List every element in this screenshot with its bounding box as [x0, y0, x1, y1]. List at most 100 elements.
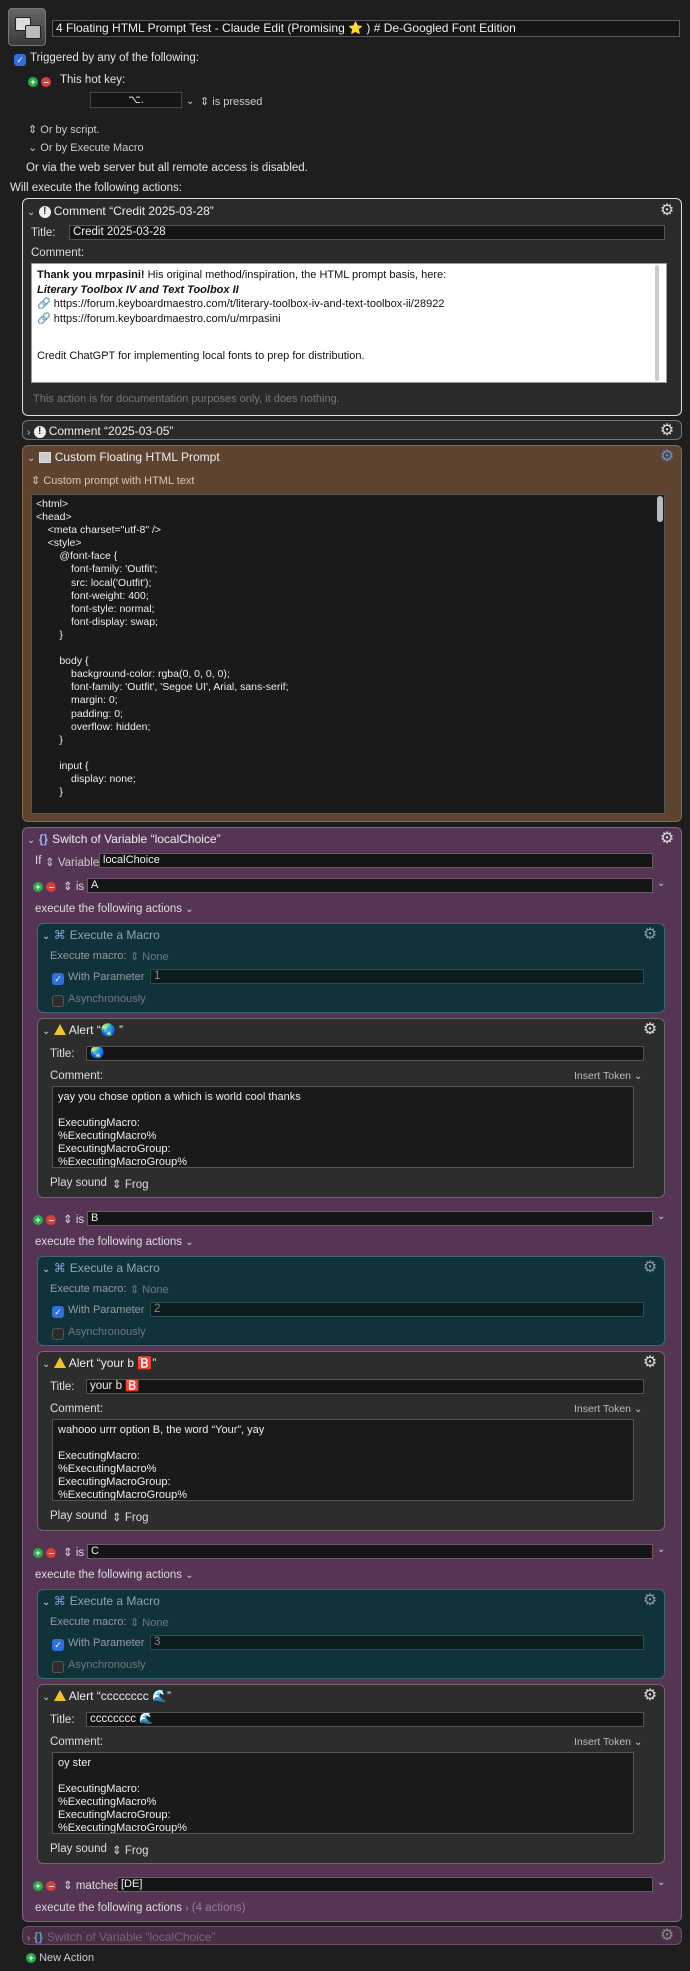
plus-icon[interactable]: + [33, 1547, 43, 1558]
execute-macro-action-a[interactable]: ⌄ ⌘ Execute a Macro ⚙ Execute macro: ⇕ No… [37, 923, 665, 1013]
exec-a-macro-popup[interactable]: ⇕ None [130, 950, 169, 963]
gear-icon[interactable]: ⚙ [642, 927, 658, 943]
case-c-controls[interactable]: + – [33, 1545, 57, 1559]
with-parameter-checkbox[interactable]: ✓ [52, 971, 64, 985]
sound-popup[interactable]: ⇕ Frog [112, 1510, 149, 1524]
alert-action-a[interactable]: ⌄ Alert “🌏 ” ⚙ Title: 🌏 Comment: Insert … [37, 1018, 665, 1198]
alert-action-b[interactable]: ⌄ Alert “your b 🅱️” ⚙ Title: your b 🅱️ C… [37, 1351, 665, 1531]
alert-a-comment-area[interactable]: yay you chose option a which is world co… [52, 1086, 634, 1168]
chevron-down-icon[interactable]: ⌄ [42, 1359, 50, 1370]
chevron-down-icon[interactable]: ⌄ [42, 1264, 50, 1275]
gear-icon[interactable]: ⚙ [659, 203, 675, 219]
sound-popup[interactable]: ⇕ Frog [112, 1177, 149, 1191]
sound-popup[interactable]: ⇕ Frog [112, 1843, 149, 1857]
case-c-execute-label[interactable]: execute the following actions ⌄ [35, 1569, 194, 1581]
chevron-down-icon[interactable]: ⌄ [27, 835, 35, 846]
gear-icon[interactable]: ⚙ [659, 423, 675, 439]
chevron-down-icon[interactable]: ⌄ [27, 453, 35, 464]
user-link[interactable]: https://forum.keyboardmaestro.com/u/mrpa… [54, 313, 281, 325]
case-c-value-field[interactable]: C [87, 1544, 653, 1559]
exec-c-header[interactable]: ⌄ ⌘ Execute a Macro [42, 1594, 160, 1608]
comment-text-area[interactable]: Thank you mrpasini! His original method/… [31, 263, 667, 383]
prompt-mode-popup[interactable]: ⇕ Custom prompt with HTML text [31, 474, 194, 487]
plus-icon[interactable]: + [33, 881, 43, 892]
alert-c-comment-area[interactable]: oy ster ExecutingMacro: %ExecutingMacro%… [52, 1752, 634, 1834]
link-row-1[interactable]: 🔗 https://forum.keyboardmaestro.com/t/li… [37, 297, 661, 312]
execute-macro-action-c[interactable]: ⌄ ⌘ Execute a Macro ⚙ Execute macro: ⇕ No… [37, 1589, 665, 1679]
chevron-down-icon[interactable]: ⌄ [657, 1877, 665, 1888]
case-c-op-popup[interactable]: ⇕ is [63, 1545, 84, 1559]
chevron-down-icon[interactable]: ⌄ [42, 1692, 50, 1703]
chevron-right-icon[interactable]: › [185, 1903, 188, 1914]
triggered-checkbox[interactable]: ✓ [14, 52, 26, 66]
gear-icon[interactable]: ⚙ [659, 1928, 675, 1944]
plus-icon[interactable]: + [33, 1214, 43, 1225]
insert-token-button[interactable]: Insert Token ⌄ [574, 1070, 642, 1082]
gear-icon[interactable]: ⚙ [642, 1355, 658, 1371]
gear-icon[interactable]: ⚙ [659, 449, 675, 465]
switch-action-collapsed[interactable]: › {} Switch of Variable “localChoice” ⚙ [22, 1926, 682, 1945]
link-row-2[interactable]: 🔗 https://forum.keyboardmaestro.com/u/mr… [37, 312, 661, 327]
switch-action[interactable]: ⌄ {} Switch of Variable “localChoice” ⚙ I… [22, 827, 682, 1922]
or-by-script[interactable]: ⇕ Or by script. [28, 123, 100, 136]
insert-token-button[interactable]: Insert Token ⌄ [574, 1403, 642, 1415]
switch2-header[interactable]: › {} Switch of Variable “localChoice” [27, 1930, 216, 1944]
gear-icon[interactable]: ⚙ [642, 1593, 658, 1609]
html-code-editor[interactable]: <html> <head> <meta charset="utf-8" /> <… [31, 494, 665, 814]
comment-action-credit[interactable]: ⌄ ! Comment “Credit 2025-03-28” ⚙ Title: … [22, 198, 682, 416]
scrollbar[interactable] [655, 265, 659, 381]
chevron-down-icon[interactable]: ⌄ [186, 96, 194, 107]
macro-title-field[interactable]: 4 Floating HTML Prompt Test - Claude Edi… [52, 20, 680, 37]
chevron-right-icon[interactable]: › [27, 1933, 30, 1944]
with-parameter-checkbox[interactable]: ✓ [52, 1304, 64, 1318]
minus-icon[interactable]: – [41, 76, 52, 87]
exec-a-header[interactable]: ⌄ ⌘ Execute a Macro [42, 928, 160, 942]
new-action-button[interactable]: + New Action [26, 1952, 94, 1964]
switch-header[interactable]: ⌄ {} Switch of Variable “localChoice” [27, 832, 221, 846]
alert-c-header[interactable]: ⌄ Alert “cccccccc 🌊” [42, 1689, 171, 1703]
chevron-right-icon[interactable]: › [27, 427, 30, 438]
plus-icon[interactable]: + [33, 1880, 43, 1891]
macro-icon[interactable] [8, 8, 46, 46]
parameter-field[interactable]: 3 [150, 1635, 644, 1650]
chevron-down-icon[interactable]: ⌄ [42, 1597, 50, 1608]
async-checkbox[interactable]: ✓ [52, 1659, 64, 1673]
hotkey-field[interactable]: ⌥. [90, 92, 182, 108]
case-de-op-popup[interactable]: ⇕ matches [63, 1878, 119, 1892]
chevron-down-icon[interactable]: ⌄ [185, 1570, 193, 1581]
alert-b-comment-area[interactable]: wahooo urrr option B, the word “Your”, y… [52, 1419, 634, 1501]
alert-action-c[interactable]: ⌄ Alert “cccccccc 🌊” ⚙ Title: cccccccc 🌊… [37, 1684, 665, 1864]
variable-popup[interactable]: ⇕ Variable [45, 855, 99, 869]
or-by-execute-macro[interactable]: ⌄ Or by Execute Macro [28, 141, 144, 154]
comment2-header[interactable]: › ! Comment “2025-03-05” [27, 424, 173, 438]
exec-b-header[interactable]: ⌄ ⌘ Execute a Macro [42, 1261, 160, 1275]
exec-c-macro-popup[interactable]: ⇕ None [130, 1616, 169, 1629]
insert-token-button[interactable]: Insert Token ⌄ [574, 1736, 642, 1748]
comment-action-2025-03-05[interactable]: › ! Comment “2025-03-05” ⚙ [22, 420, 682, 440]
comment-header[interactable]: ⌄ ! Comment “Credit 2025-03-28” [27, 204, 214, 218]
trigger-add-remove[interactable]: + – [28, 74, 52, 88]
case-a-execute-label[interactable]: execute the following actions ⌄ [35, 903, 194, 915]
async-checkbox[interactable]: ✓ [52, 1326, 64, 1340]
alert-c-title-field[interactable]: cccccccc 🌊 [86, 1712, 644, 1727]
parameter-field[interactable]: 1 [150, 969, 644, 984]
case-a-controls[interactable]: + – [33, 879, 57, 893]
chevron-down-icon[interactable]: ⌄ [657, 1211, 665, 1222]
async-checkbox[interactable]: ✓ [52, 993, 64, 1007]
chevron-down-icon[interactable]: ⌄ [185, 904, 193, 915]
chevron-down-icon[interactable]: ⌄ [27, 207, 35, 218]
minus-icon[interactable]: – [46, 1547, 57, 1558]
case-de-value-field[interactable]: [DE] [117, 1877, 653, 1892]
scrollbar-thumb[interactable] [657, 496, 663, 522]
case-a-value-field[interactable]: A [87, 878, 653, 893]
alert-a-title-field[interactable]: 🌏 [86, 1046, 644, 1061]
execute-macro-action-b[interactable]: ⌄ ⌘ Execute a Macro ⚙ Execute macro: ⇕ No… [37, 1256, 665, 1346]
minus-icon[interactable]: – [46, 1214, 57, 1225]
chevron-down-icon[interactable]: ⌄ [42, 1026, 50, 1037]
parameter-field[interactable]: 2 [150, 1302, 644, 1317]
chevron-down-icon[interactable]: ⌄ [42, 931, 50, 942]
chevron-down-icon[interactable]: ⌄ [657, 1544, 665, 1555]
case-de-controls[interactable]: + – [33, 1878, 57, 1892]
gear-icon[interactable]: ⚙ [642, 1260, 658, 1276]
case-a-op-popup[interactable]: ⇕ is [63, 879, 84, 893]
